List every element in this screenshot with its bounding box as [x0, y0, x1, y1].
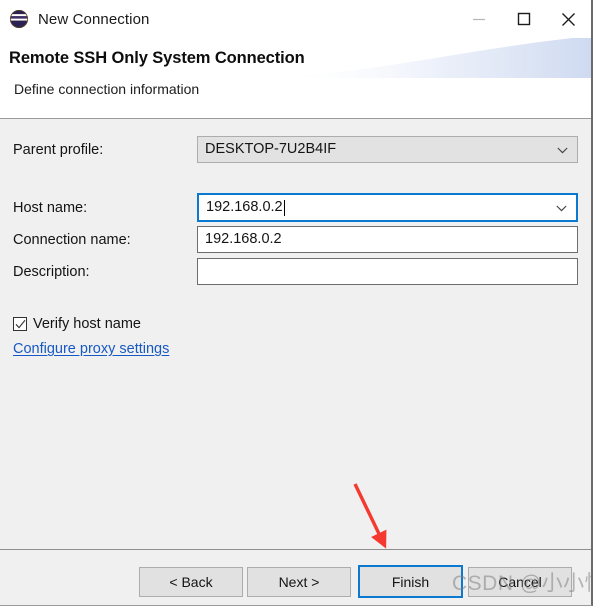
connection-name-value: 192.168.0.2 [205, 231, 282, 248]
verify-host-name-checkbox[interactable]: Verify host name [13, 316, 141, 332]
host-name-label: Host name: [13, 200, 88, 216]
description-input[interactable] [197, 258, 578, 285]
cancel-button[interactable]: Cancel [468, 567, 572, 597]
connection-name-input[interactable]: 192.168.0.2 [197, 226, 578, 253]
description-label: Description: [13, 264, 90, 280]
header-banner-decoration [271, 38, 591, 78]
window-title: New Connection [38, 10, 150, 28]
dialog-footer: ? < Back Next > Finish Cancel [0, 549, 591, 605]
connection-name-label: Connection name: [13, 232, 131, 248]
page-subtitle: Define connection information [14, 81, 200, 97]
host-name-input[interactable]: 192.168.0.2 [197, 193, 578, 222]
back-button[interactable]: < Back [139, 567, 243, 597]
eclipse-icon [9, 9, 29, 29]
verify-host-name-label: Verify host name [33, 316, 141, 332]
configure-proxy-settings-link[interactable]: Configure proxy settings [13, 341, 169, 357]
text-cursor [283, 199, 285, 216]
parent-profile-label: Parent profile: [13, 142, 104, 158]
window-controls [456, 0, 591, 38]
maximize-icon[interactable] [501, 0, 546, 38]
parent-profile-combo[interactable]: DESKTOP-7U2B4IF [197, 136, 578, 163]
chevron-down-icon [557, 142, 568, 158]
finish-button[interactable]: Finish [358, 565, 463, 598]
host-name-value: 192.168.0.2 [206, 199, 283, 216]
wizard-body: Parent profile: DESKTOP-7U2B4IF Host nam… [0, 119, 591, 549]
checkbox-box[interactable] [13, 317, 27, 331]
minimize-icon[interactable] [456, 0, 501, 38]
chevron-down-icon[interactable] [556, 200, 567, 216]
title-bar: New Connection [0, 0, 591, 38]
wizard-header: Remote SSH Only System Connection Define… [0, 38, 591, 119]
next-button[interactable]: Next > [247, 567, 351, 597]
close-icon[interactable] [546, 0, 591, 38]
check-icon [15, 319, 26, 329]
new-connection-dialog: New Connection Remote SSH Only System Co… [0, 0, 593, 606]
parent-profile-value: DESKTOP-7U2B4IF [205, 141, 337, 158]
page-title: Remote SSH Only System Connection [9, 49, 305, 67]
